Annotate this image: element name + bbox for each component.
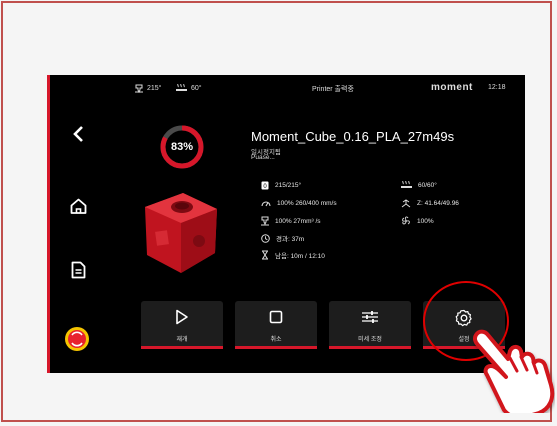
z-axis-icon (401, 199, 411, 208)
stat-elapsed: 경과: 37m (261, 233, 304, 243)
flow-icon (261, 216, 269, 226)
screenshot-frame: 215° 60° Printer 출력중 moment 12:18 83% Mo… (1, 1, 555, 422)
home-button[interactable] (65, 193, 91, 219)
back-icon (73, 126, 83, 142)
status-clock: 12:18 (488, 84, 506, 91)
status-bed: 60° (176, 84, 202, 92)
status-nozzle: 215° (135, 84, 161, 93)
status-nozzle-temp: 215° (147, 85, 162, 92)
pointing-hand-icon (473, 329, 555, 413)
stat-flow: 100% 27mm³ /s (261, 216, 321, 226)
heatbed-temp-icon (401, 181, 412, 188)
stat-nozzle: 0 215/215° (261, 181, 301, 190)
hourglass-icon (262, 250, 268, 260)
stop-icon (269, 310, 283, 324)
status-bed-temp: 60° (191, 84, 202, 92)
play-icon (176, 309, 188, 325)
clock-icon (261, 233, 270, 243)
file-name: Moment_Cube_0.16_PLA_27m49s (251, 129, 455, 144)
status-printer-state: Printer 출력중 (312, 86, 354, 93)
nozzle-temp-box-icon: 0 (261, 181, 269, 190)
accent-stripe (47, 75, 50, 373)
resume-accent-bar (141, 346, 223, 349)
fine-tune-button[interactable]: 미세 조정 (329, 301, 411, 349)
emergency-stop-icon (65, 327, 89, 351)
fan-icon (402, 216, 410, 225)
home-icon (70, 198, 86, 214)
brand-logo: moment (431, 82, 473, 93)
heatbed-icon (176, 84, 187, 91)
cancel-accent-bar (235, 346, 317, 349)
emergency-stop-button[interactable] (64, 326, 90, 352)
document-icon (71, 261, 85, 279)
nozzle-icon (135, 84, 143, 93)
progress-percent: 83% (170, 141, 194, 153)
cancel-label: 취소 (270, 337, 282, 343)
stat-remaining: 남음: 10m / 12:10 (261, 250, 325, 260)
print-state-en: Puase... (251, 154, 275, 161)
resume-label: 재개 (176, 337, 188, 343)
model-preview-cube (145, 193, 217, 273)
fine-tune-label: 미세 조정 (358, 337, 382, 343)
resume-button[interactable]: 재개 (141, 301, 223, 349)
stat-speed: 100% 260/400 mm/s (261, 199, 337, 207)
status-bar: 215° 60° Printer 출력중 moment 12:18 (47, 75, 525, 101)
cancel-button[interactable]: 취소 (235, 301, 317, 349)
back-button[interactable] (65, 121, 91, 147)
stat-fan: 100% (401, 216, 434, 226)
stat-bed: 60/60° (401, 181, 437, 189)
stat-z: Z: 41.64/49.96 (401, 199, 459, 208)
speed-icon (261, 201, 271, 207)
fine-tune-accent-bar (329, 346, 411, 349)
files-button[interactable] (65, 257, 91, 283)
sliders-icon (362, 311, 378, 323)
